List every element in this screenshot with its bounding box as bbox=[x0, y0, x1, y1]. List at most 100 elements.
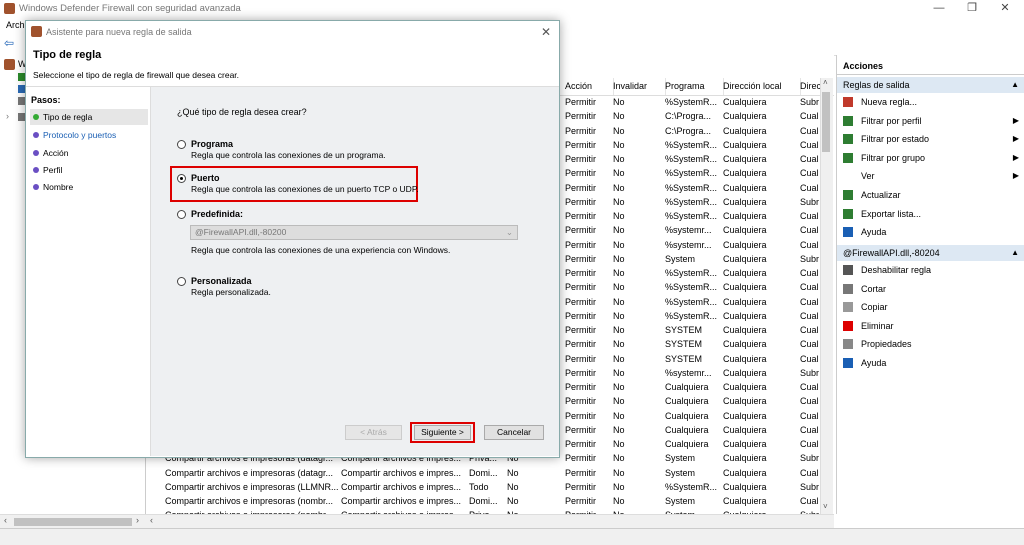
step-perfil[interactable]: Perfil bbox=[30, 162, 148, 178]
table-cell: No bbox=[613, 481, 625, 492]
table-cell: No bbox=[507, 467, 519, 478]
action-item[interactable]: Filtrar por perfil ▶ bbox=[837, 112, 1024, 130]
step-dot-icon bbox=[33, 114, 39, 120]
status-bar bbox=[0, 528, 1024, 545]
table-cell: Permitir bbox=[565, 339, 596, 350]
action-item[interactable]: Copiar bbox=[837, 298, 1024, 316]
action-item[interactable]: Eliminar bbox=[837, 317, 1024, 335]
table-cell: Permitir bbox=[565, 225, 596, 236]
action-label: Deshabilitar regla bbox=[861, 265, 932, 275]
step-nombre[interactable]: Nombre bbox=[30, 179, 148, 195]
radio-puerto[interactable] bbox=[177, 174, 186, 183]
action-item[interactable]: Exportar lista... bbox=[837, 205, 1024, 223]
firewall-app-icon bbox=[4, 3, 15, 14]
table-cell: %SystemR... bbox=[665, 97, 718, 107]
chevron-down-icon: ⌄ bbox=[505, 227, 513, 237]
table-cell: System bbox=[665, 496, 696, 506]
table-cell: Permitir bbox=[565, 239, 596, 250]
scroll-right-icon[interactable]: › bbox=[136, 515, 139, 525]
table-cell: %systemr... bbox=[665, 225, 712, 236]
action-label: Filtrar por grupo bbox=[861, 152, 926, 163]
maximize-button[interactable]: ❐ bbox=[955, 0, 989, 17]
action-item[interactable]: Actualizar bbox=[837, 186, 1024, 204]
scroll-up-icon[interactable]: ˄ bbox=[823, 78, 828, 87]
step-accion[interactable]: Acción bbox=[30, 145, 148, 161]
table-cell: No bbox=[613, 225, 625, 236]
table-cell: Cualquiera bbox=[665, 424, 709, 435]
action-item[interactable]: Propiedades bbox=[837, 335, 1024, 353]
action-item[interactable]: Nueva regla... bbox=[837, 93, 1024, 111]
action-item[interactable]: Deshabilitar regla bbox=[837, 261, 1024, 279]
table-cell: No bbox=[613, 97, 625, 107]
back-arrow-icon[interactable]: ⇦ bbox=[4, 36, 14, 50]
collapse-arrow-icon[interactable]: ▲ bbox=[1011, 245, 1019, 261]
action-item[interactable]: Ver ▶ bbox=[837, 167, 1024, 185]
table-row[interactable]: Compartir archivos e impresoras (datagr.… bbox=[146, 466, 834, 480]
table-cell: Permitir bbox=[565, 367, 596, 378]
column-header[interactable]: Dirección local bbox=[720, 78, 801, 95]
expand-chevron-icon[interactable]: › bbox=[6, 111, 9, 121]
disable-icon bbox=[843, 265, 853, 275]
menu-archivo[interactable]: Arch bbox=[6, 20, 25, 30]
radio-personalizada[interactable] bbox=[177, 277, 186, 286]
refresh-icon bbox=[843, 190, 853, 200]
table-row[interactable]: Compartir archivos e impresoras (LLMNR..… bbox=[146, 480, 834, 494]
radio-predefinida[interactable] bbox=[177, 210, 186, 219]
actions-section-outbound[interactable]: Reglas de salida ▲ bbox=[837, 77, 1024, 93]
table-cell: Cualquiera bbox=[723, 339, 767, 350]
action-item[interactable]: Filtrar por estado ▶ bbox=[837, 130, 1024, 148]
back-button[interactable]: < Atrás bbox=[345, 425, 402, 440]
close-icon[interactable]: ✕ bbox=[537, 23, 555, 41]
table-cell: Permitir bbox=[565, 325, 596, 335]
scroll-left-icon[interactable]: ‹ bbox=[4, 515, 7, 525]
table-cell: C:\Progra... bbox=[665, 125, 712, 136]
table-cell: SYSTEM bbox=[665, 339, 703, 350]
minimize-button[interactable]: — bbox=[922, 0, 956, 17]
table-cell: No bbox=[507, 481, 519, 492]
column-header[interactable]: Acción bbox=[562, 78, 614, 95]
step-protocolo-y-puertos[interactable]: Protocolo y puertos bbox=[30, 127, 148, 143]
close-window-button[interactable]: ✕ bbox=[988, 0, 1022, 17]
action-item[interactable]: Filtrar por grupo ▶ bbox=[837, 149, 1024, 167]
grid-scroll-left-icon[interactable]: ‹ bbox=[150, 515, 153, 525]
next-button[interactable]: Siguiente > bbox=[414, 425, 471, 440]
dialog-heading: Tipo de regla bbox=[33, 49, 102, 61]
scroll-down-icon[interactable]: ˅ bbox=[823, 502, 828, 511]
predefined-rule-combo[interactable]: @FirewallAPI.dll,-80200 ⌄ bbox=[190, 225, 518, 240]
section-outbound-label: Reglas de salida bbox=[843, 80, 910, 90]
table-cell: Cualquiera bbox=[723, 310, 767, 321]
table-cell: Cualquiera bbox=[723, 111, 767, 122]
table-cell: No bbox=[613, 496, 625, 506]
table-cell: Compartir archivos e impres... bbox=[341, 496, 462, 506]
column-header[interactable]: Invalidar bbox=[610, 78, 666, 95]
delete-icon bbox=[843, 320, 853, 331]
collapse-arrow-icon[interactable]: ▲ bbox=[1011, 77, 1019, 93]
dialog-content: ¿Qué tipo de regla desea crear? Programa… bbox=[151, 87, 559, 456]
table-cell: %SystemR... bbox=[665, 310, 718, 321]
table-cell: Todo bbox=[469, 481, 489, 492]
action-item[interactable]: Cortar bbox=[837, 280, 1024, 298]
actions-section-rule[interactable]: @FirewallAPI.dll,-80204 ▲ bbox=[837, 245, 1024, 261]
submenu-arrow-icon: ▶ bbox=[1012, 171, 1019, 181]
table-cell: Compartir archivos e impres... bbox=[341, 467, 462, 478]
table-cell: Cualquiera bbox=[723, 481, 767, 492]
action-item[interactable]: Ayuda bbox=[837, 354, 1024, 372]
action-label: Cortar bbox=[861, 283, 887, 294]
scrollbar-thumb[interactable] bbox=[822, 92, 830, 152]
cancel-button[interactable]: Cancelar bbox=[484, 425, 544, 440]
radio-programa[interactable] bbox=[177, 140, 186, 149]
new-rule-wizard-dialog: Asistente para nueva regla de salida ✕ T… bbox=[25, 20, 560, 458]
table-row[interactable]: Compartir archivos e impresoras (nombr..… bbox=[146, 494, 834, 508]
table-cell: Permitir bbox=[565, 282, 596, 293]
table-cell: No bbox=[613, 125, 625, 136]
tree-hscroll-thumb[interactable] bbox=[14, 518, 132, 526]
table-cell: Cualquiera bbox=[723, 424, 767, 435]
step-label: Perfil bbox=[43, 165, 63, 175]
table-cell: No bbox=[613, 196, 625, 207]
step-dot-icon bbox=[33, 184, 39, 190]
step-tipo-de-regla[interactable]: Tipo de regla bbox=[30, 109, 148, 125]
horizontal-scrollbar[interactable]: ‹ › ‹ bbox=[0, 514, 834, 529]
table-cell: %SystemR... bbox=[665, 154, 718, 164]
column-header[interactable]: Programa bbox=[662, 78, 724, 95]
action-item[interactable]: Ayuda bbox=[837, 223, 1024, 241]
